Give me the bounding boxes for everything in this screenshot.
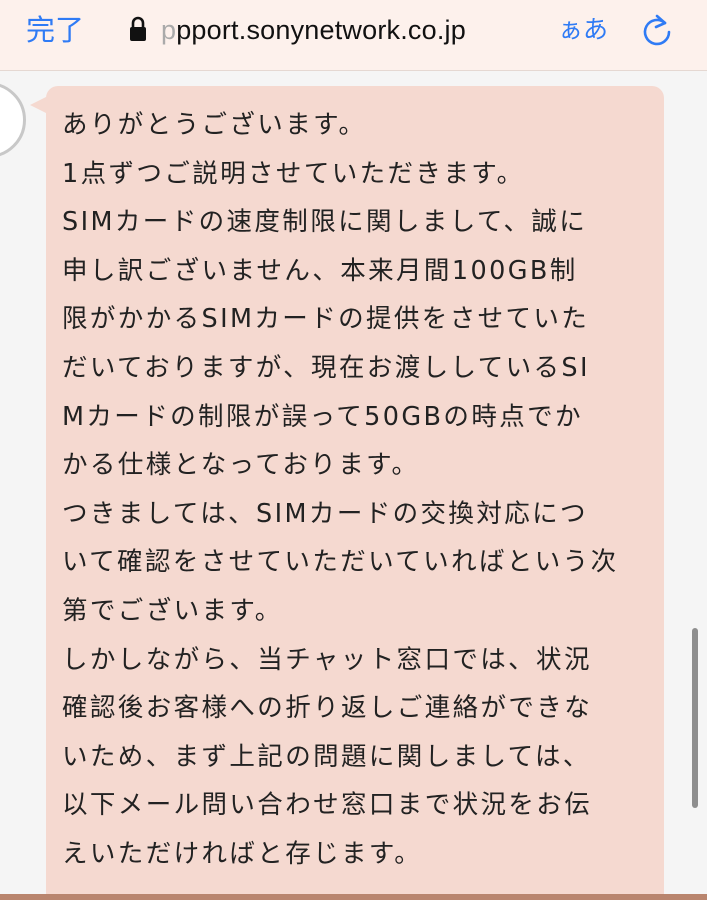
bubble-tail: [30, 96, 48, 114]
browser-toolbar: 完了 ppport.sonynetwork.co.jp ぁあ: [0, 0, 707, 71]
lock-icon: [130, 16, 146, 41]
message-line: SIMカードの速度制限に関しまして、誠に: [62, 207, 588, 238]
message-line: いため、まず上記の問題に関しましては、: [62, 741, 591, 772]
bottom-edge: [0, 894, 707, 900]
message-line: えいただければと存じます。: [62, 838, 423, 869]
agent-avatar: [0, 82, 26, 158]
message-line: 限がかかるSIMカードの提供をさせていた: [62, 304, 590, 335]
message-line: 1点ずつご説明させていただきます。: [62, 158, 525, 189]
url-bar[interactable]: ppport.sonynetwork.co.jp: [161, 10, 466, 50]
message-line: 確認後お客様への折り返しご連絡ができな: [62, 693, 593, 724]
chat-message-text: ありがとうございます。 1点ずつご説明させていただきます。 SIMカードの速度制限に…: [62, 101, 652, 879]
scrollbar[interactable]: [692, 628, 698, 808]
message-line: 以下メール問い合わせ窓口まで状況をお伝: [62, 790, 593, 821]
reload-icon[interactable]: [640, 12, 674, 48]
chat-page: 完了 ppport.sonynetwork.co.jp ぁあ ありがとうございま…: [0, 0, 707, 900]
url-text: pport.sonynetwork.co.jp: [176, 15, 466, 45]
message-line: だいておりますが、現在お渡ししているSI: [62, 352, 590, 383]
message-line: しかしながら、当チャット窓口では、状況: [62, 644, 592, 675]
message-line: ありがとうございます。: [62, 110, 367, 140]
url-faded-prefix: p: [161, 15, 177, 45]
text-size-button[interactable]: ぁあ: [558, 10, 608, 50]
message-line: つきましては、SIMカードの交換対応につ: [62, 498, 588, 529]
message-line: かる仕様となっております。: [62, 450, 420, 481]
message-line: Mカードの制限が誤って50GBの時点でか: [62, 401, 583, 432]
done-button[interactable]: 完了: [26, 10, 84, 50]
message-line: 第でございます。: [62, 595, 283, 626]
message-line: いて確認をさせていただいていればという次: [62, 547, 619, 578]
message-line: 申し訳ございません、本来月間100GB制: [62, 255, 578, 286]
